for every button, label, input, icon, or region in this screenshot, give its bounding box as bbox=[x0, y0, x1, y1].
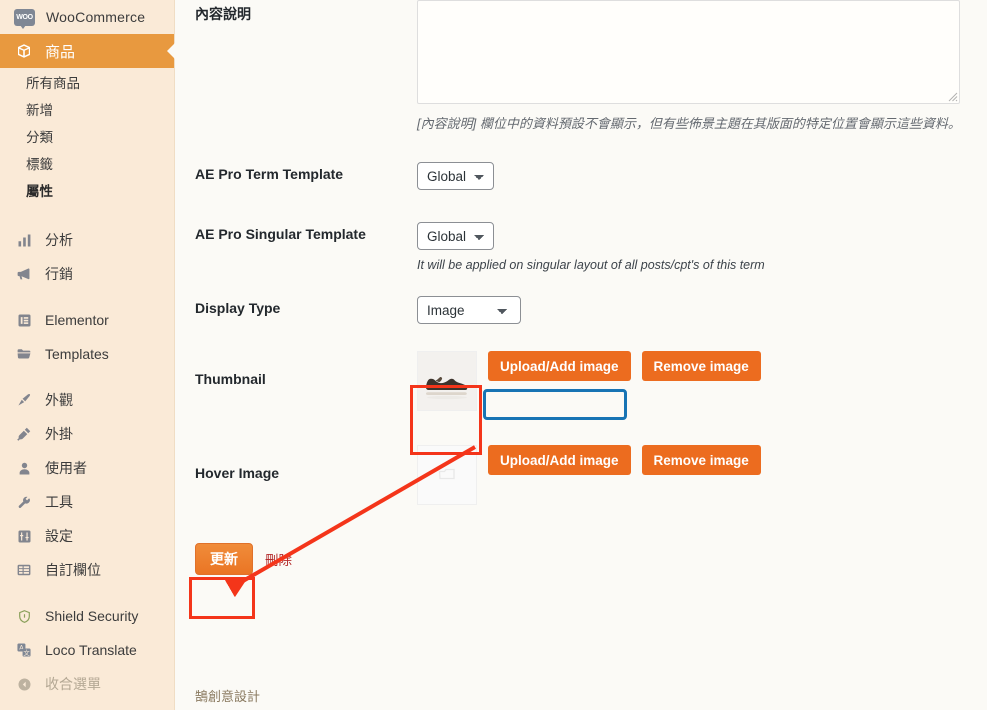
sidebar-item-loco-translate[interactable]: A文 Loco Translate bbox=[0, 633, 174, 667]
sidebar-item-settings[interactable]: 設定 bbox=[0, 519, 174, 553]
shoe-thumbnail-image bbox=[418, 352, 476, 410]
sidebar-item-marketing[interactable]: 行銷 bbox=[0, 257, 174, 291]
sidebar-item-add-new[interactable]: 新增 bbox=[0, 97, 174, 124]
ae-pro-term-template-label: AE Pro Term Template bbox=[195, 166, 344, 182]
sidebar-item-products[interactable]: 商品 bbox=[0, 34, 175, 68]
sidebar-item-label: Elementor bbox=[45, 312, 109, 328]
woo-icon: WOO bbox=[14, 8, 35, 29]
sidebar-item-templates[interactable]: Templates bbox=[0, 337, 174, 371]
field-row-ae-pro-term-template: AE Pro Term Template Global bbox=[175, 162, 987, 190]
collapse-arrow-icon bbox=[14, 677, 34, 692]
display-type-select[interactable]: Image bbox=[417, 296, 521, 324]
sidebar-item-shield-security[interactable]: Shield Security bbox=[0, 599, 174, 633]
sidebar-item-tools[interactable]: 工具 bbox=[0, 485, 174, 519]
thumbnail-label: Thumbnail bbox=[195, 371, 266, 387]
paintbrush-icon bbox=[14, 392, 34, 408]
sidebar-item-label: 商品 bbox=[45, 43, 76, 61]
sidebar-item-label: 外掛 bbox=[45, 426, 73, 442]
description-field: [內容說明] 欄位中的資料預設不會顯示，但有些佈景主題在其版面的特定位置會顯示這… bbox=[417, 0, 967, 134]
sidebar-item-elementor[interactable]: Elementor bbox=[0, 303, 174, 337]
footer-credit: 鵠創意設計 bbox=[195, 689, 261, 704]
sidebar-item-attributes[interactable]: 屬性 bbox=[0, 178, 174, 205]
field-row-description: 內容說明 [內容說明] 欄位中的資料預設不會顯示，但有些佈景主題在其版面的特定位… bbox=[175, 0, 987, 134]
description-help-text: [內容說明] 欄位中的資料預設不會顯示，但有些佈景主題在其版面的特定位置會顯示這… bbox=[417, 116, 961, 131]
thumbnail-upload-button[interactable]: Upload/Add image bbox=[488, 351, 631, 381]
field-row-ae-pro-singular-template: AE Pro Singular Template Global It will … bbox=[175, 222, 987, 272]
sidebar-item-label: Shield Security bbox=[45, 608, 139, 624]
chart-bar-icon bbox=[14, 233, 34, 248]
plug-icon bbox=[14, 426, 34, 442]
folder-icon bbox=[14, 346, 34, 362]
sidebar-item-label: 收合選單 bbox=[45, 676, 101, 692]
hover-image-preview[interactable] bbox=[417, 445, 477, 505]
sidebar-item-label: 自訂欄位 bbox=[45, 562, 101, 578]
sidebar-item-woocommerce[interactable]: WOO WooCommerce bbox=[0, 0, 174, 34]
sidebar-item-users[interactable]: 使用者 bbox=[0, 451, 174, 485]
sidebar-item-label: Loco Translate bbox=[45, 642, 137, 658]
field-row-display-type: Display Type Image bbox=[175, 296, 987, 324]
form-actions: 更新 刪除 bbox=[175, 543, 987, 575]
hover-image-label: Hover Image bbox=[195, 465, 280, 481]
elementor-icon bbox=[14, 313, 34, 328]
thumbnail-field: Upload/Add image Remove image bbox=[417, 351, 967, 411]
update-button[interactable]: 更新 bbox=[195, 543, 253, 575]
hover-image-field: Upload/Add image Remove image bbox=[417, 445, 967, 505]
custom-fields-icon bbox=[14, 562, 34, 578]
svg-text:文: 文 bbox=[23, 648, 30, 657]
delete-link[interactable]: 刪除 bbox=[265, 549, 292, 569]
settings-sliders-icon bbox=[14, 529, 34, 544]
sidebar-item-appearance[interactable]: 外觀 bbox=[0, 383, 174, 417]
sidebar-item-label: 分析 bbox=[45, 232, 73, 248]
description-textarea-wrap bbox=[417, 0, 960, 104]
admin-sidebar: WOO WooCommerce 商品 所有商品 新增 分類 標籤 屬性 分析 行… bbox=[0, 0, 175, 710]
sidebar-item-label: 使用者 bbox=[45, 460, 87, 476]
sidebar-divider bbox=[0, 587, 174, 599]
sidebar-item-collapse-menu[interactable]: 收合選單 bbox=[0, 667, 174, 701]
sidebar-item-custom-fields[interactable]: 自訂欄位 bbox=[0, 553, 174, 587]
display-type-label: Display Type bbox=[195, 300, 281, 316]
sidebar-item-plugins[interactable]: 外掛 bbox=[0, 417, 174, 451]
ae-pro-singular-template-label: AE Pro Singular Template bbox=[195, 226, 366, 242]
image-placeholder-icon bbox=[438, 468, 455, 480]
shield-icon bbox=[14, 609, 34, 624]
thumbnail-remove-button[interactable]: Remove image bbox=[641, 351, 761, 381]
sidebar-divider bbox=[0, 291, 174, 303]
sidebar-item-label: Templates bbox=[45, 346, 109, 362]
sidebar-item-all-products[interactable]: 所有商品 bbox=[0, 70, 174, 97]
megaphone-icon bbox=[14, 266, 34, 282]
description-input[interactable] bbox=[417, 0, 960, 104]
display-type-field: Image bbox=[417, 296, 967, 324]
term-edit-form: 內容說明 [內容說明] 欄位中的資料預設不會顯示，但有些佈景主題在其版面的特定位… bbox=[175, 0, 987, 710]
sidebar-item-label: 外觀 bbox=[45, 392, 73, 408]
sidebar-item-label: 設定 bbox=[45, 528, 73, 544]
ae-pro-singular-template-field: Global It will be applied on singular la… bbox=[417, 222, 967, 272]
sidebar-item-label: WooCommerce bbox=[46, 9, 146, 25]
product-box-icon bbox=[14, 43, 34, 59]
hover-image-remove-button[interactable]: Remove image bbox=[641, 445, 761, 475]
translate-icon: A文 bbox=[14, 642, 34, 658]
ae-pro-singular-help-text: It will be applied on singular layout of… bbox=[417, 258, 765, 272]
ae-pro-singular-template-select[interactable]: Global bbox=[417, 222, 494, 250]
sidebar-item-label: 工具 bbox=[45, 494, 73, 510]
sidebar-item-tags[interactable]: 標籤 bbox=[0, 151, 174, 178]
products-submenu: 所有商品 新增 分類 標籤 屬性 bbox=[0, 68, 174, 211]
sidebar-divider bbox=[0, 211, 174, 223]
field-row-thumbnail: Thumbnail Upload/Add image Remove image bbox=[175, 351, 987, 411]
user-icon bbox=[14, 461, 34, 476]
description-label: 內容說明 bbox=[195, 6, 251, 22]
thumbnail-preview[interactable] bbox=[417, 351, 477, 411]
ae-pro-term-template-select[interactable]: Global bbox=[417, 162, 494, 190]
ae-pro-term-template-field: Global bbox=[417, 162, 967, 190]
hover-image-upload-button[interactable]: Upload/Add image bbox=[488, 445, 631, 475]
sidebar-item-analytics[interactable]: 分析 bbox=[0, 223, 174, 257]
sidebar-item-categories[interactable]: 分類 bbox=[0, 124, 174, 151]
sidebar-divider bbox=[0, 371, 174, 383]
wrench-icon bbox=[14, 495, 34, 510]
field-row-hover-image: Hover Image Upload/Add image Remove imag… bbox=[175, 445, 987, 505]
sidebar-item-label: 行銷 bbox=[45, 266, 73, 282]
